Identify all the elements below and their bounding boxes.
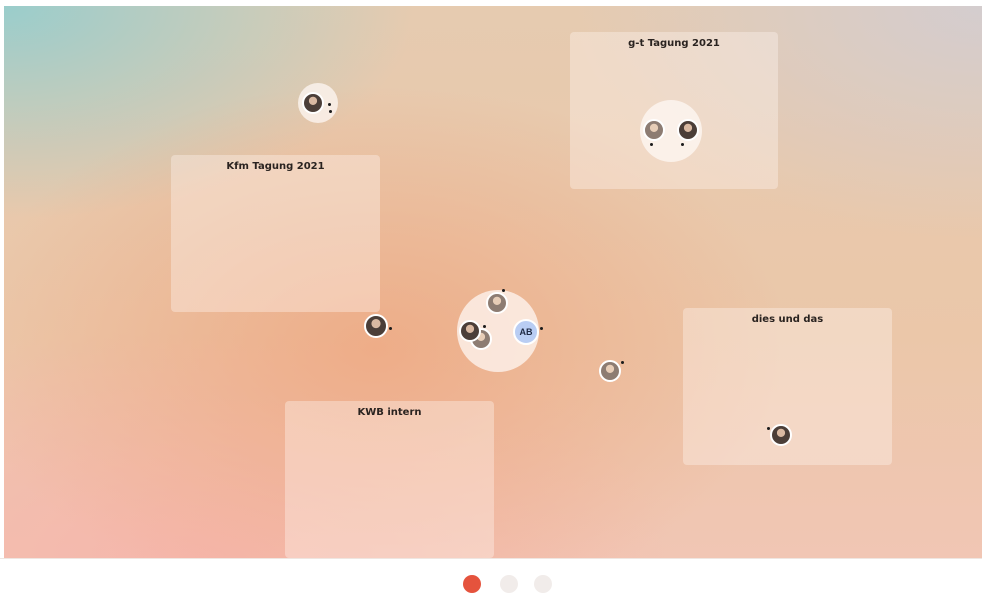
participant-indicator: [621, 361, 624, 364]
participant-avatar[interactable]: [302, 92, 324, 114]
room-title: KWB intern: [357, 407, 422, 418]
room-title: Kfm Tagung 2021: [226, 161, 325, 172]
participant-avatar[interactable]: [677, 119, 699, 141]
participant-avatar[interactable]: [770, 424, 792, 446]
participant-avatar[interactable]: [643, 119, 665, 141]
spatial-canvas[interactable]: g-t Tagung 2021 Kfm Tagung 2021 dies und…: [4, 6, 982, 558]
self-avatar-initials[interactable]: AB: [513, 319, 539, 345]
room-kwb-intern[interactable]: KWB intern: [285, 401, 494, 558]
participant-indicator: [483, 325, 486, 328]
room-title: dies und das: [751, 314, 824, 325]
participant-avatar[interactable]: [599, 360, 621, 382]
participant-avatar[interactable]: [364, 314, 388, 338]
participant-indicator: [681, 143, 684, 146]
room-title: g-t Tagung 2021: [628, 38, 720, 49]
conversation-bubble-main[interactable]: AB: [457, 289, 543, 372]
participant-avatar[interactable]: [486, 292, 508, 314]
room-dies-und-das[interactable]: dies und das: [683, 308, 892, 465]
participant-indicator: [650, 143, 653, 146]
room-kfm-tagung-2021[interactable]: Kfm Tagung 2021: [171, 155, 380, 312]
participant-indicator: [328, 103, 331, 106]
participant-indicator: [502, 289, 505, 292]
bottom-toolbar: [0, 558, 982, 593]
participant-indicator: [329, 110, 332, 113]
conversation-bubble[interactable]: [640, 100, 702, 162]
participant-indicator: [767, 427, 770, 430]
participant-indicator: [540, 327, 543, 330]
participant-indicator: [389, 327, 392, 330]
conversation-bubble[interactable]: [298, 83, 338, 123]
participant-avatar[interactable]: [459, 320, 481, 342]
room-gt-tagung-2021[interactable]: g-t Tagung 2021: [570, 32, 778, 189]
